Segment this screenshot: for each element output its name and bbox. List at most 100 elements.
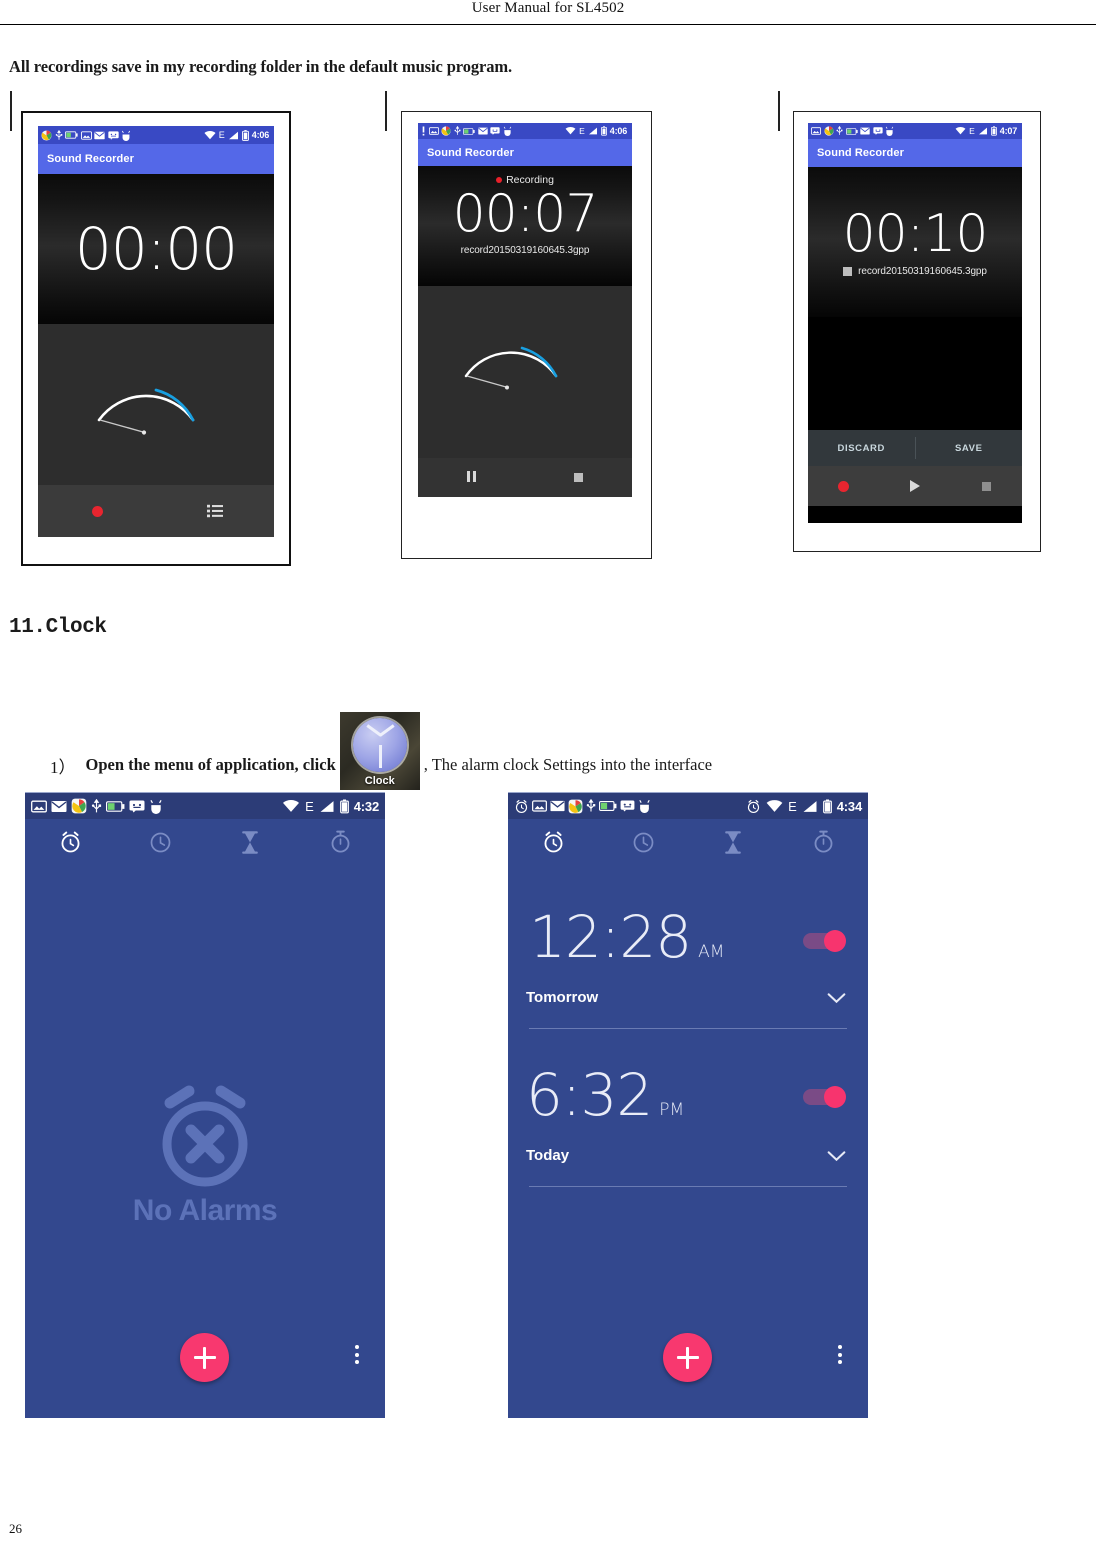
status-bar-right: E 4:07: [955, 126, 1019, 136]
status-bar: E 4:06: [418, 123, 632, 139]
alarm-toggle[interactable]: [803, 930, 846, 952]
tab-clock[interactable]: [115, 831, 205, 854]
wifi-icon: [565, 127, 576, 135]
adb-icon: [121, 130, 131, 141]
alarm-meridiem: AM: [698, 942, 725, 962]
network-type-label: E: [969, 126, 975, 136]
status-time: 4:06: [251, 130, 269, 140]
alarm-time: 6:32 PM: [526, 1061, 684, 1129]
stopwatch-icon: [331, 830, 349, 853]
sms-icon: [490, 127, 500, 135]
status-time: 4:06: [609, 126, 627, 136]
clock-app-icon[interactable]: Clock: [339, 712, 420, 790]
clock-icon-label: Clock: [364, 775, 395, 787]
tab-stopwatch[interactable]: [295, 830, 385, 854]
sms-icon: [620, 800, 635, 812]
alarm-day-label: Tomorrow: [526, 989, 599, 1006]
more-options-button[interactable]: [838, 1345, 842, 1364]
tab-timer[interactable]: [688, 830, 778, 854]
status-bar: E 4:07: [808, 123, 1022, 139]
app-bar: Sound Recorder: [808, 139, 1022, 167]
screenshot-icon: [31, 800, 47, 812]
stopped-indicator-icon: [843, 266, 853, 276]
adb-icon: [885, 126, 894, 136]
app-bar: Sound Recorder: [38, 144, 274, 174]
alarm-time-value: 12:28: [529, 903, 692, 971]
list-icon: [207, 504, 223, 518]
alarm-divider: [529, 1028, 847, 1029]
recording-filename-text: record20150319160645.3gpp: [858, 265, 987, 277]
email-icon: [550, 800, 565, 812]
status-time: 4:32: [353, 798, 379, 814]
waveform-panel: [808, 317, 1022, 430]
recordings-list-button[interactable]: [156, 504, 274, 518]
stop-button[interactable]: [951, 481, 1022, 491]
record-button[interactable]: [808, 480, 879, 492]
battery-charging-icon: [463, 127, 475, 135]
wifi-icon: [766, 799, 783, 812]
gallery-icon: [71, 798, 87, 814]
battery-icon: [339, 799, 349, 813]
figure-tick-1: [10, 91, 12, 131]
adb-icon: [503, 126, 511, 136]
tab-timer[interactable]: [205, 830, 295, 854]
wifi-icon: [955, 127, 966, 135]
app-title: Sound Recorder: [817, 147, 904, 159]
timer-value: 00:00: [74, 215, 238, 283]
phone-screen-clock-empty: E 4:32 No Alarms: [25, 792, 385, 1418]
screenshot-icon: [811, 127, 821, 135]
more-options-button[interactable]: [355, 1345, 359, 1364]
figure-tick-3: [778, 91, 780, 131]
play-button[interactable]: [879, 480, 950, 492]
chevron-down-icon[interactable]: [827, 1151, 846, 1162]
phone-screen-recorder-finished: E 4:07 Sound Recorder 00:10 record201503…: [808, 123, 1022, 523]
usb-icon: [55, 129, 62, 140]
chevron-down-icon[interactable]: [827, 993, 846, 1004]
figure-frame-recorder-idle: E 4:06 Sound Recorder 00:00: [21, 111, 291, 566]
timer-panel: 00:00: [38, 174, 274, 324]
tab-clock[interactable]: [598, 831, 688, 854]
add-alarm-button[interactable]: [180, 1333, 229, 1382]
alarm-time: 12:28 AM: [529, 903, 724, 971]
gallery-icon: [823, 126, 834, 136]
battery-charging-icon: [845, 127, 858, 135]
screenshot-icon: [428, 127, 439, 135]
alarm-list-item[interactable]: 12:28 AM Tomorrow: [508, 903, 868, 1033]
play-icon: [909, 480, 920, 492]
email-icon: [860, 127, 870, 135]
gallery-icon: [441, 126, 451, 136]
step-text-before: Open the menu of application, click: [85, 755, 336, 774]
add-alarm-button[interactable]: [663, 1333, 712, 1382]
document-header: User Manual for SL4502: [0, 0, 1096, 33]
gallery-icon: [41, 129, 52, 141]
battery-icon: [241, 129, 249, 141]
signal-icon: [320, 800, 334, 812]
network-type-label: E: [579, 126, 585, 136]
stop-button[interactable]: [525, 473, 632, 482]
alarm-divider: [529, 1186, 847, 1187]
hourglass-icon: [725, 830, 741, 854]
pause-button[interactable]: [418, 469, 525, 487]
alarm-set-icon: [515, 799, 528, 813]
page-number: 26: [9, 1521, 22, 1536]
alarm-icon: [61, 831, 79, 853]
wifi-icon: [283, 799, 300, 812]
sms-icon: [129, 800, 145, 812]
no-alarms-icon: [162, 1085, 248, 1187]
adb-icon: [150, 799, 162, 814]
discard-button[interactable]: DISCARD: [808, 443, 915, 454]
timer-panel: Recording 00:07 record20150319160645.3gp…: [418, 166, 632, 286]
battery-icon: [990, 126, 997, 136]
alarm-toggle[interactable]: [803, 1086, 846, 1108]
save-button[interactable]: SAVE: [916, 443, 1023, 454]
alarm-list-item[interactable]: 6:32 PM Today: [508, 1061, 868, 1191]
tab-stopwatch[interactable]: [778, 830, 868, 854]
email-icon: [477, 127, 488, 135]
tab-alarm[interactable]: [508, 830, 598, 854]
alarm-icon: [544, 831, 562, 853]
record-button[interactable]: [38, 505, 156, 517]
step-instruction: 1） Open the menu of application, click C…: [50, 712, 1050, 790]
tab-alarm[interactable]: [25, 830, 115, 854]
clock-tab-bar: [25, 819, 385, 865]
usb-icon: [91, 798, 102, 812]
